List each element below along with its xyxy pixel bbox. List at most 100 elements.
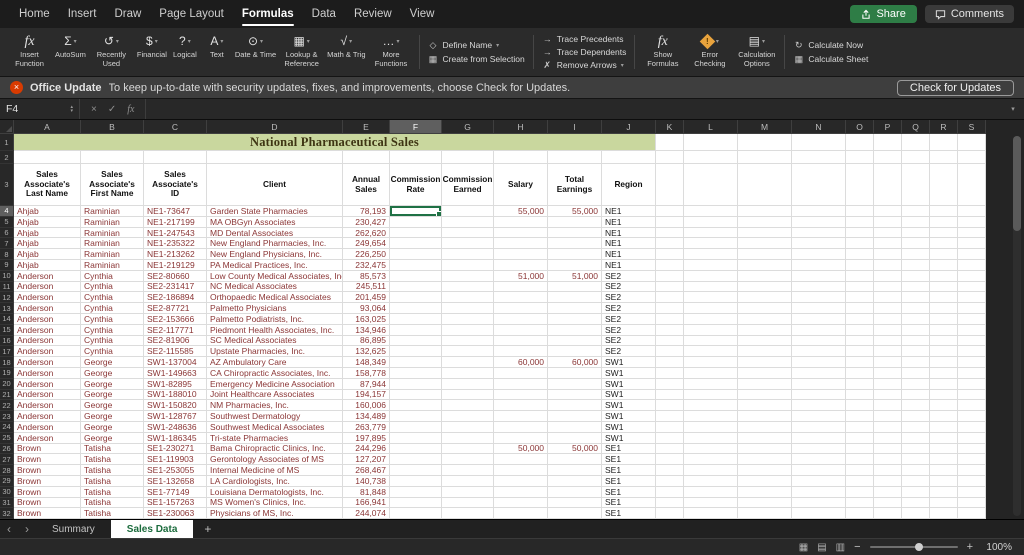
share-button[interactable]: Share [850,5,916,23]
cell[interactable] [684,336,738,347]
column-header-L[interactable]: L [684,120,738,134]
cell[interactable]: SE1-230063 [144,508,207,519]
cell[interactable] [792,400,846,411]
cell[interactable] [958,134,986,151]
row-header-18[interactable]: 18 [0,357,14,368]
cell[interactable] [958,271,986,282]
cell[interactable] [792,454,846,465]
cell[interactable] [958,325,986,336]
row-header-9[interactable]: 9 [0,260,14,271]
cell[interactable] [958,390,986,401]
show-formulas-button[interactable]: fxShow Formulas [639,30,686,74]
zoom-slider-knob[interactable] [915,543,923,551]
cell[interactable] [656,346,684,357]
cell[interactable] [930,465,958,476]
math-trig-button[interactable]: √▾Math & Trig [325,30,367,74]
cell[interactable] [902,271,930,282]
cell[interactable] [792,260,846,271]
cell[interactable] [684,164,738,206]
cell[interactable]: Palmetto Physicians [207,303,343,314]
logical-button[interactable]: ?▾Logical [169,30,201,74]
cell[interactable] [902,336,930,347]
cell[interactable] [792,368,846,379]
cell[interactable]: 245,511 [343,282,390,293]
row-header-25[interactable]: 25 [0,433,14,444]
cell[interactable] [874,357,902,368]
cell[interactable] [494,238,548,249]
cell[interactable] [958,346,986,357]
cell[interactable] [442,400,494,411]
cell[interactable] [874,303,902,314]
cell[interactable] [684,498,738,509]
cell[interactable]: Anderson [14,357,81,368]
cell[interactable] [442,282,494,293]
cell[interactable] [930,271,958,282]
cell[interactable]: Orthopaedic Medical Associates [207,292,343,303]
cell[interactable] [494,422,548,433]
row-header-3[interactable]: 3 [0,164,14,206]
cell[interactable] [874,238,902,249]
cell[interactable] [656,454,684,465]
cell[interactable] [442,206,494,217]
cell[interactable] [874,476,902,487]
cell[interactable] [684,217,738,228]
cell[interactable] [442,487,494,498]
row-header-26[interactable]: 26 [0,444,14,455]
column-header-N[interactable]: N [792,120,846,134]
cell[interactable] [548,379,602,390]
cell[interactable] [792,282,846,293]
cell[interactable]: NE1-73647 [144,206,207,217]
zoom-in-button[interactable]: + [967,541,973,553]
cell[interactable] [548,411,602,422]
cell[interactable] [390,508,442,519]
cell[interactable]: Anderson [14,411,81,422]
cell[interactable]: SE2 [602,346,656,357]
cell[interactable] [902,260,930,271]
cell[interactable] [874,217,902,228]
column-header-B[interactable]: B [81,120,144,134]
cell[interactable]: SE2 [602,325,656,336]
cell[interactable]: 232,475 [343,260,390,271]
cell[interactable]: Raminian [81,249,144,260]
cell[interactable] [902,134,930,151]
cell[interactable] [874,206,902,217]
cell[interactable]: 244,074 [343,508,390,519]
cell[interactable] [792,249,846,260]
cell[interactable] [930,228,958,239]
cell[interactable] [442,336,494,347]
cell[interactable] [930,164,958,206]
cell[interactable] [792,487,846,498]
cell[interactable] [442,228,494,239]
cell[interactable]: SE1-132658 [144,476,207,487]
cell[interactable] [874,411,902,422]
cell[interactable] [494,346,548,357]
cell[interactable] [958,282,986,293]
cell[interactable]: 201,459 [343,292,390,303]
cell[interactable] [684,238,738,249]
cell[interactable] [656,164,684,206]
cell[interactable] [684,508,738,519]
cell[interactable] [656,303,684,314]
cell[interactable]: George [81,390,144,401]
cell[interactable] [656,217,684,228]
cell[interactable] [656,238,684,249]
cell[interactable] [390,336,442,347]
cell[interactable] [930,336,958,347]
cell[interactable] [738,314,792,325]
row-header-31[interactable]: 31 [0,498,14,509]
cell[interactable] [684,379,738,390]
cell[interactable] [902,454,930,465]
row-header-21[interactable]: 21 [0,390,14,401]
cell[interactable]: Tri-state Pharmacies [207,433,343,444]
cell[interactable]: CA Chiropractic Associates, Inc. [207,368,343,379]
cell[interactable] [442,508,494,519]
cell[interactable]: George [81,379,144,390]
add-sheet-button[interactable]: + [193,522,222,536]
cell[interactable] [738,498,792,509]
cell[interactable]: George [81,368,144,379]
cell[interactable] [494,368,548,379]
row-header-24[interactable]: 24 [0,422,14,433]
cell[interactable] [846,292,874,303]
cell[interactable]: Physicians of MS, Inc. [207,508,343,519]
cell[interactable] [874,390,902,401]
